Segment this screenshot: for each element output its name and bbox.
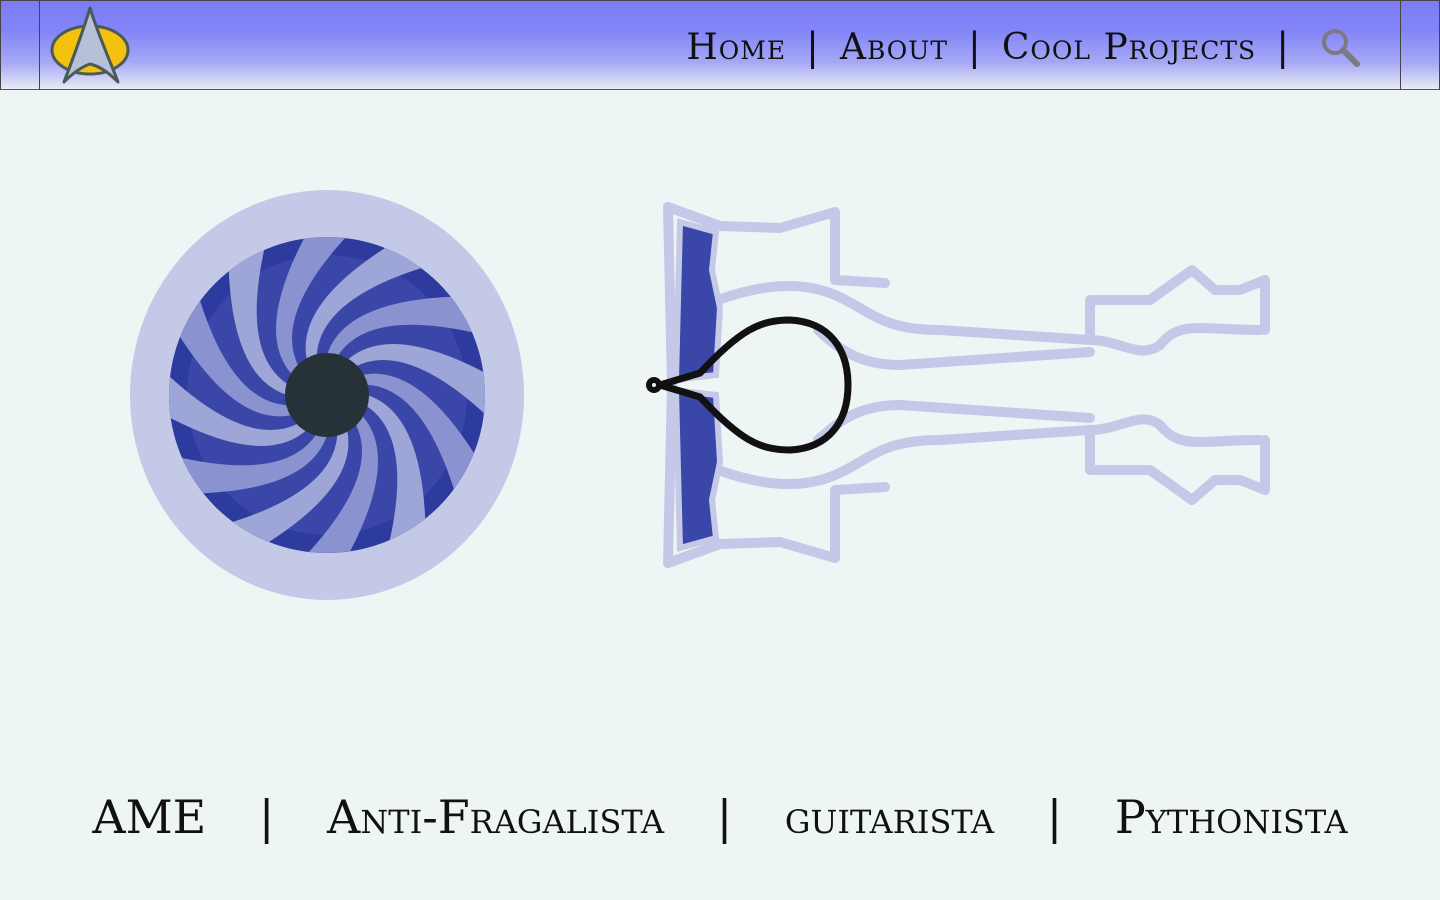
- nav-separator: |: [968, 25, 982, 69]
- tagline-item-ame: AME: [92, 790, 207, 844]
- search-icon[interactable]: [1318, 25, 1362, 69]
- starfleet-delta-icon[interactable]: [48, 4, 132, 86]
- nav-separator: |: [806, 25, 820, 69]
- turbofan-front-icon: [130, 190, 524, 600]
- nav-cool-projects[interactable]: Cool Projects: [1002, 27, 1256, 68]
- nav-about[interactable]: About: [840, 27, 948, 68]
- main-nav: Home | About | Cool Projects |: [686, 22, 1362, 72]
- nav-home[interactable]: Home: [686, 27, 786, 68]
- header-frame-left: [0, 0, 40, 90]
- tagline: AME | Anti-Fragalista | guitarista | Pyt…: [0, 790, 1440, 844]
- tagline-item-guitarista: guitarista: [784, 790, 995, 844]
- tagline-item-anti-fragalista: Anti-Fragalista: [327, 790, 665, 844]
- tagline-separator: |: [716, 790, 733, 844]
- tagline-item-pythonista: Pythonista: [1114, 790, 1348, 844]
- nav-separator: |: [1276, 25, 1290, 69]
- header-frame-top: [40, 0, 1400, 1]
- tagline-separator: |: [258, 790, 275, 844]
- tagline-separator: |: [1046, 790, 1063, 844]
- site-header: Home | About | Cool Projects |: [0, 0, 1440, 90]
- hero-illustration: [130, 190, 1270, 600]
- header-frame-right: [1400, 0, 1440, 90]
- jet-engine-cutaway-icon: [663, 202, 1270, 568]
